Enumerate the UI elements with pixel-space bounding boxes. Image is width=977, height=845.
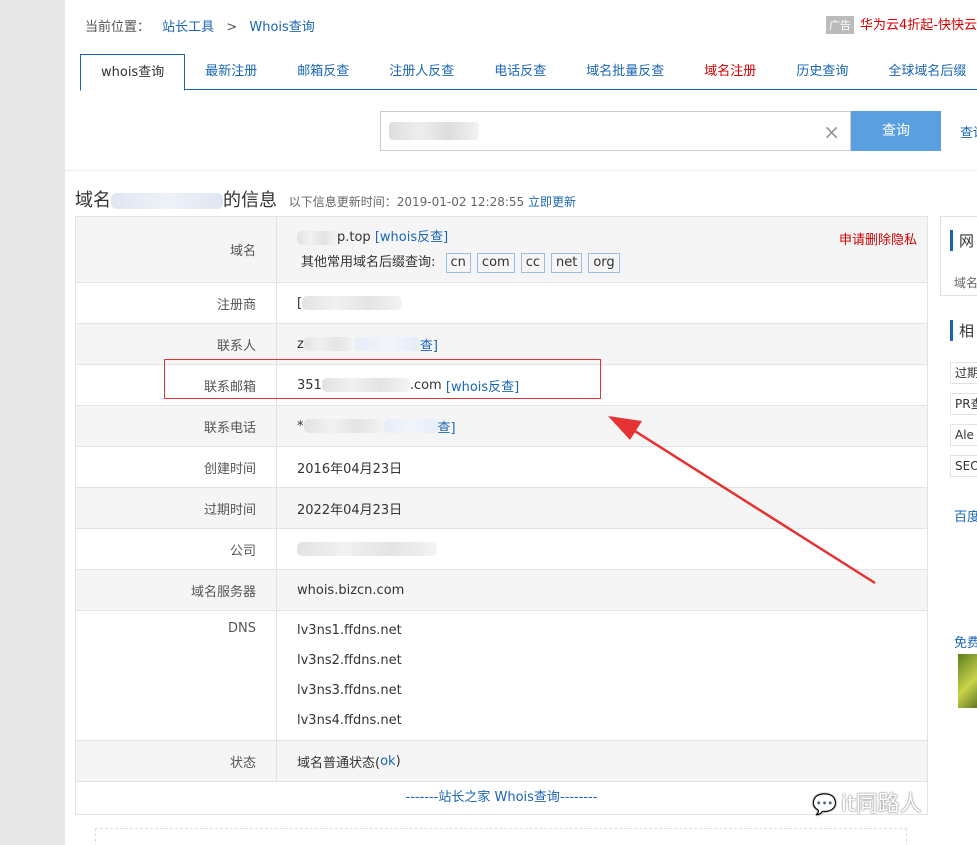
update-now-link[interactable]: 立即更新 (528, 195, 576, 209)
sidebar-alexa-link[interactable]: Ale (950, 424, 977, 446)
tab-global-suffix[interactable]: 全球域名后缀 (868, 54, 977, 90)
tab-batch-reverse[interactable]: 域名批量反查 (566, 54, 684, 90)
domain-blurred (111, 193, 223, 209)
tab-registrant-reverse[interactable]: 注册人反查 (369, 54, 474, 90)
breadcrumb-prefix: 当前位置： (85, 20, 151, 35)
divider (65, 170, 977, 171)
suffix-com[interactable]: com (476, 253, 515, 273)
table-footer[interactable]: -------站长之家 Whois查询-------- (76, 782, 927, 814)
table-row-whois-server: 域名服务器 whois.bizcn.com (76, 570, 927, 611)
update-time: 以下信息更新时间：2019-01-02 12:28:55 (288, 195, 525, 209)
phone-reverse-link[interactable]: 查] (438, 417, 456, 436)
sidebar-free-link[interactable]: 免费 (954, 632, 977, 651)
search-input[interactable]: × (380, 111, 851, 151)
ad-banner[interactable]: 广告 华为云4折起-快快云 (826, 14, 977, 34)
tab-email-reverse[interactable]: 邮箱反查 (277, 54, 369, 90)
table-row-registrar: 注册商 [ (76, 283, 927, 324)
sidebar-heading-1: 网 (950, 230, 974, 251)
tab-phone-reverse[interactable]: 电话反查 (474, 54, 566, 90)
tab-history[interactable]: 历史查询 (776, 54, 868, 90)
dns-server: lv3ns2.ffdns.net (297, 652, 402, 668)
breadcrumb-whois-link[interactable]: Whois查询 (249, 20, 314, 35)
tab-new-registrations[interactable]: 最新注册 (185, 54, 277, 90)
info-title: 域名 的信息 以下信息更新时间：2019-01-02 12:28:55 立即更新 (75, 190, 577, 211)
sidebar-sub-1: 域名 (954, 276, 977, 290)
tab-bar: whois查询 最新注册 邮箱反查 注册人反查 电话反查 域名批量反查 域名注册… (80, 54, 977, 91)
suffix-net[interactable]: net (550, 253, 583, 273)
domain-value: p.top (337, 230, 371, 245)
sidebar-seo-link[interactable]: SEO (950, 455, 977, 477)
delete-privacy-link[interactable]: 申请删除隐私 (839, 229, 917, 248)
domain-whois-reverse-link[interactable]: [whois反查] (375, 230, 448, 245)
table-row-company: 公司 (76, 529, 927, 570)
suffix-cn[interactable]: cn (445, 253, 471, 273)
right-sidebar: 网 域名 相 过期 PR查 Ale SEO 百度 免费 (940, 216, 977, 845)
breadcrumb-tools-link[interactable]: 站长工具 (162, 20, 214, 35)
table-row-created: 创建时间 2016年04月23日 (76, 447, 927, 488)
search-button[interactable]: 查询 (851, 111, 941, 151)
sidebar-heading-2: 相 (950, 320, 974, 341)
table-row-status: 状态 域名普通状态(ok) (76, 741, 927, 782)
clear-icon[interactable]: × (823, 120, 840, 144)
breadcrumb: 当前位置： 站长工具 > Whois查询 (85, 16, 315, 35)
dns-server: lv3ns3.ffdns.net (297, 682, 402, 698)
tab-domain-register[interactable]: 域名注册 (684, 54, 776, 90)
tab-whois[interactable]: whois查询 (80, 54, 186, 91)
search-extra-link[interactable]: 查询 (960, 122, 977, 141)
table-row-expires: 过期时间 2022年04月23日 (76, 488, 927, 529)
whois-table: 域名 p.top [whois反查] 其他常用域名后缀查询: cn com cc ne… (75, 216, 928, 815)
search-value-blurred (389, 122, 479, 140)
table-row-domain: 域名 p.top [whois反查] 其他常用域名后缀查询: cn com cc ne… (76, 217, 927, 283)
watermark: 💬 it同路人 (812, 792, 922, 817)
ad-badge: 广告 (826, 16, 855, 34)
breadcrumb-separator: > (226, 20, 238, 35)
table-row-dns: DNS lv3ns1.ffdns.net lv3ns2.ffdns.net lv… (76, 611, 927, 741)
sidebar-expired-link[interactable]: 过期 (950, 362, 977, 384)
sidebar-ad-image[interactable] (958, 654, 977, 708)
annotation-highlight-box (164, 359, 601, 399)
page: 当前位置： 站长工具 > Whois查询 广告 华为云4折起-快快云 whois查… (65, 0, 977, 845)
wechat-icon: 💬 (812, 792, 837, 816)
dns-server: lv3ns1.ffdns.net (297, 622, 402, 638)
ad-text[interactable]: 华为云4折起-快快云 (860, 18, 977, 33)
table-row-phone: 联系电话 * 查] (76, 406, 927, 447)
suffix-label: 其他常用域名后缀查询: (301, 255, 436, 270)
dashed-panel (95, 828, 907, 845)
sidebar-pr-link[interactable]: PR查 (950, 393, 977, 415)
contact-reverse-link[interactable]: 查] (420, 335, 438, 354)
sidebar-baidu-link[interactable]: 百度 (954, 506, 977, 525)
suffix-org[interactable]: org (588, 253, 620, 273)
dns-server: lv3ns4.ffdns.net (297, 712, 402, 728)
status-ok-link[interactable]: ok (380, 754, 395, 769)
suffix-cc[interactable]: cc (520, 253, 545, 273)
